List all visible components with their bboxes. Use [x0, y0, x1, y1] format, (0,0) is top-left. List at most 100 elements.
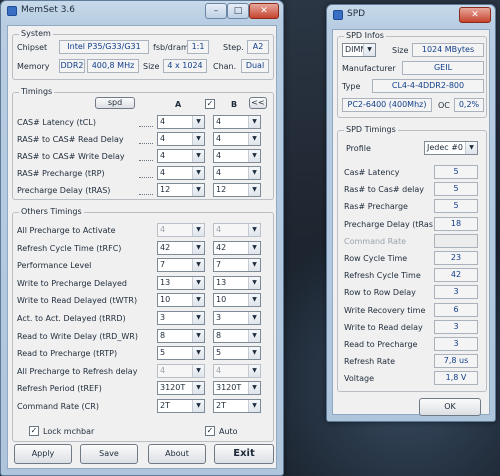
others-timing-label: Write to Read Delayed (tWTR) — [17, 296, 138, 306]
system-group-label: System — [19, 29, 53, 38]
spd-titlebar[interactable]: SPD ✕ — [327, 5, 495, 25]
channel-label: Chan. — [213, 62, 237, 71]
others-a-select[interactable]: 42 ▼ — [157, 240, 205, 255]
minimize-button[interactable]: – — [205, 3, 227, 19]
timing-b-select[interactable]: 4 ▼ — [213, 166, 261, 180]
others-timing-label: Act. to Act. Delayed (tRRD) — [17, 314, 126, 323]
chevron-down-icon: ▼ — [192, 133, 204, 145]
type-label: Type — [342, 82, 361, 91]
others-a-select-value: 4 — [160, 225, 166, 234]
close-button[interactable]: ✕ — [249, 3, 279, 19]
spd-app-icon — [333, 10, 343, 20]
timing-a-select[interactable]: 12 ▼ — [157, 183, 205, 197]
lock-mchbar-checkbox[interactable]: ✓ — [29, 426, 39, 436]
sync-channels-checkbox[interactable]: ✓ — [205, 99, 215, 109]
spd-timing-label: Cas# Latency — [344, 168, 400, 177]
timing-a-select[interactable]: 4 ▼ — [157, 166, 205, 180]
timings-group: Timings spd A ✓ B << CAS# Latency (tCL) 4… — [12, 87, 274, 200]
chevron-down-icon: ▼ — [192, 224, 204, 236]
spd-timing-value: 1,8 V — [434, 371, 478, 386]
chevron-down-icon: ▼ — [248, 167, 260, 179]
others-timing-label: Performance Level — [17, 261, 92, 271]
spd-window: SPD ✕ SPD Infos DIMM1 ▼ Size 1024 MBytes… — [326, 4, 496, 422]
copy-timings-button[interactable]: << — [249, 97, 267, 109]
speed-value: PC2-6400 (400Mhz) — [342, 98, 432, 112]
profile-label: Profile — [346, 144, 371, 153]
ok-button[interactable]: OK — [419, 398, 481, 416]
memory-frequency: 400,8 MHz — [87, 59, 139, 73]
size-value: 4 x 1024 — [163, 59, 207, 73]
memset-window: MemSet 3.6 – □ ✕ System Chipset Intel P3… — [0, 0, 284, 476]
spd-size-value: 1024 MBytes — [412, 43, 484, 57]
timing-a-select[interactable]: 4 ▼ — [157, 115, 205, 129]
memset-titlebar[interactable]: MemSet 3.6 – □ ✕ — [1, 1, 283, 21]
chevron-down-icon: ▼ — [248, 400, 260, 412]
others-b-select[interactable]: 5 ▼ — [213, 346, 261, 361]
others-b-select: 4 ▼ — [213, 223, 261, 237]
exit-button[interactable]: Exit — [214, 444, 274, 464]
timing-b-select[interactable]: 4 ▼ — [213, 132, 261, 146]
chevron-down-icon: ▼ — [363, 44, 375, 56]
timing-a-select[interactable]: 4 ▼ — [157, 149, 205, 163]
fsb-value: 1:1 — [187, 40, 209, 54]
oc-value: 0,2% — [454, 98, 484, 112]
type-value: CL4-4-4DDR2-800 — [372, 79, 484, 93]
others-a-select: 4 ▼ — [157, 363, 205, 378]
others-b-select[interactable]: 3 ▼ — [213, 311, 261, 325]
others-b-select[interactable]: 3120T ▼ — [213, 381, 261, 396]
spd-timing-value: 42 — [434, 268, 478, 283]
timing-b-select[interactable]: 12 ▼ — [213, 183, 261, 197]
chevron-down-icon: ▼ — [192, 276, 204, 289]
others-b-select[interactable]: 8 ▼ — [213, 328, 261, 343]
others-a-select[interactable]: 2T ▼ — [157, 399, 205, 413]
others-b-select[interactable]: 2T ▼ — [213, 399, 261, 413]
timing-b-select-value: 4 — [216, 168, 222, 177]
spd-timing-value: 5 — [434, 199, 478, 214]
dimm-select[interactable]: DIMM1 ▼ — [342, 43, 376, 57]
others-a-select-value: 7 — [160, 260, 166, 270]
others-b-select-value: 8 — [216, 330, 222, 340]
timings-group-label: Timings — [19, 87, 55, 96]
spd-timing-value: 18 — [434, 216, 478, 231]
others-b-select-value: 2T — [216, 401, 226, 410]
timing-label: RAS# Precharge (tRP) — [17, 169, 105, 178]
chevron-down-icon: ▼ — [465, 142, 477, 154]
timing-b-select[interactable]: 4 ▼ — [213, 149, 261, 163]
others-a-select[interactable]: 5 ▼ — [157, 346, 205, 361]
chevron-down-icon: ▼ — [248, 150, 260, 162]
apply-button[interactable]: Apply — [14, 444, 72, 464]
auto-checkbox[interactable]: ✓ — [205, 426, 215, 436]
others-a-select[interactable]: 7 ▼ — [157, 258, 205, 273]
others-b-select[interactable]: 42 ▼ — [213, 240, 261, 255]
others-a-select[interactable]: 8 ▼ — [157, 328, 205, 343]
others-timings-group-label: Others Timings — [19, 207, 84, 216]
memory-label: Memory — [17, 62, 50, 71]
others-a-select[interactable]: 3120T ▼ — [157, 381, 205, 396]
timing-a-select[interactable]: 4 ▼ — [157, 132, 205, 146]
chevron-down-icon: ▼ — [192, 294, 204, 307]
spd-timing-label: Ras# Precharge — [344, 202, 408, 212]
others-a-select-value: 42 — [160, 242, 171, 252]
others-timing-label: Refresh Cycle Time (tRFC) — [17, 243, 122, 253]
spd-timing-value: 23 — [434, 251, 478, 265]
spd-button[interactable]: spd — [95, 97, 135, 109]
others-a-select[interactable]: 13 ▼ — [157, 275, 205, 290]
spd-close-button[interactable]: ✕ — [459, 7, 491, 23]
others-b-select[interactable]: 10 ▼ — [213, 293, 261, 308]
timing-label: Precharge Delay (tRAS) — [17, 186, 111, 195]
others-b-select[interactable]: 7 ▼ — [213, 258, 261, 273]
profile-select[interactable]: Jedec #0 ▼ — [424, 141, 478, 155]
about-button[interactable]: About — [148, 444, 206, 464]
save-button[interactable]: Save — [80, 444, 138, 464]
others-a-select[interactable]: 3 ▼ — [157, 311, 205, 325]
memory-type: DDR2 — [59, 59, 85, 73]
timing-b-select[interactable]: 4 ▼ — [213, 115, 261, 129]
others-b-select[interactable]: 13 ▼ — [213, 275, 261, 290]
spd-timing-value — [434, 233, 478, 248]
others-b-select-value: 4 — [216, 225, 222, 234]
spd-timing-label: Row Cycle Time — [344, 254, 408, 263]
spd-title: SPD — [347, 9, 366, 19]
others-a-select[interactable]: 10 ▼ — [157, 293, 205, 308]
maximize-button[interactable]: □ — [227, 3, 249, 19]
spd-timing-label: Precharge Delay (tRas) — [344, 219, 437, 229]
